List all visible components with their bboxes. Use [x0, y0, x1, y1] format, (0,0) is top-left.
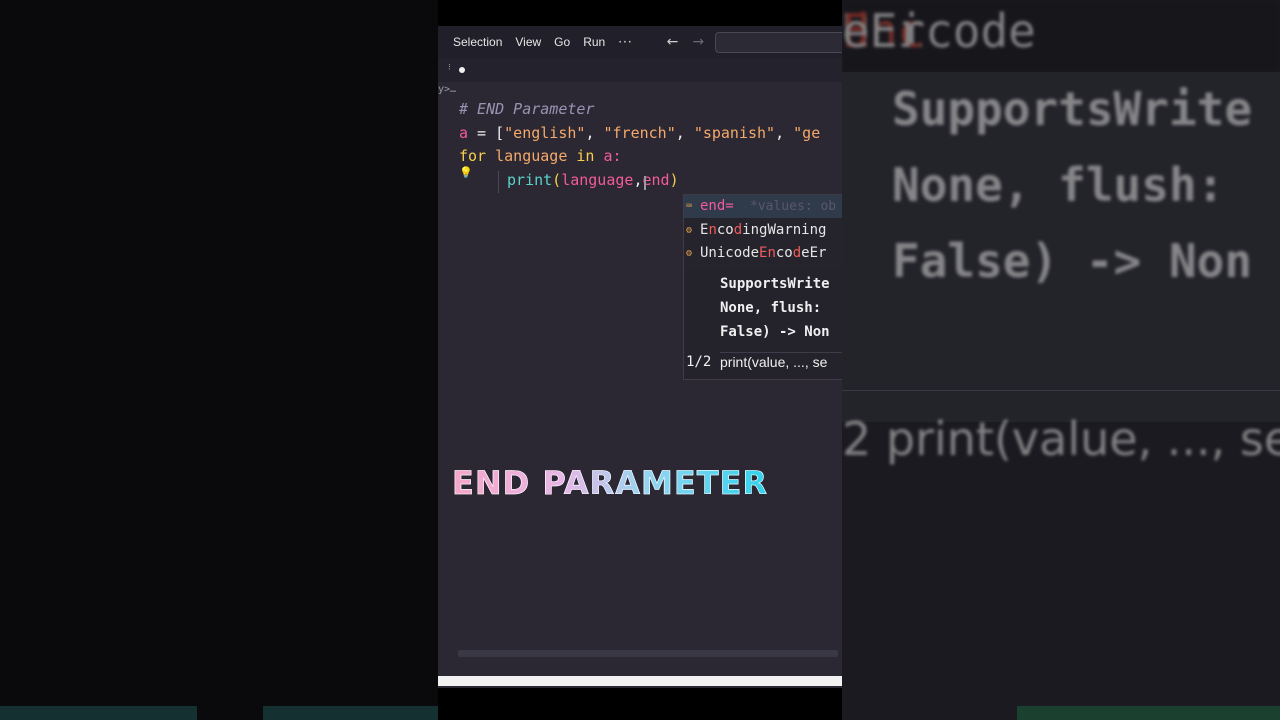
- left-background-panel: [0, 0, 438, 720]
- overload-counter[interactable]: 1/2: [686, 354, 711, 370]
- phone-frame: Selection View Go Run ··· ← → ⁝ y>… # EN…: [438, 0, 842, 720]
- bg-hover-line: None, flush:: [892, 158, 1225, 212]
- mouse-cursor-icon: [644, 176, 646, 190]
- tab-bar: ⁝: [438, 58, 842, 82]
- bg-hover-line: SupportsWrite: [892, 82, 1253, 136]
- menu-go[interactable]: Go: [554, 35, 570, 49]
- class-icon: ⚙: [686, 248, 693, 259]
- indent-guide: [498, 171, 499, 193]
- video-title-overlay: END PARAMETER: [452, 464, 769, 503]
- arrow-right-icon[interactable]: →: [692, 34, 704, 50]
- menu-view[interactable]: View: [515, 35, 541, 49]
- suggestion-item[interactable]: ⚙ EncodingWarning: [684, 219, 842, 242]
- hover-separator: [720, 352, 842, 353]
- keyword-icon: ⌨: [686, 201, 693, 212]
- bg-separator: [842, 390, 1280, 391]
- menu-selection[interactable]: Selection: [453, 35, 502, 49]
- right-background-panel: Unicode Enc o d eEr SupportsWrite None, flus…: [842, 0, 1280, 720]
- comment-text: # END Parameter: [459, 100, 595, 118]
- bg-hover-line: False) -> Non: [892, 234, 1253, 288]
- code-line-comment: # END Parameter: [459, 98, 594, 120]
- lightbulb-icon[interactable]: 💡: [459, 166, 473, 179]
- bg-suggestion-title: Unicode Enc o d eEr: [842, 0, 1280, 72]
- unsaved-dot-icon[interactable]: [459, 67, 465, 73]
- arrow-left-icon[interactable]: ←: [667, 34, 679, 50]
- suggestion-item[interactable]: ⌨ end= *values: ob: [684, 195, 842, 218]
- horizontal-scrollbar[interactable]: [458, 650, 838, 657]
- menu-run[interactable]: Run: [583, 35, 605, 49]
- tab-icon: ⁝: [448, 63, 451, 73]
- right-bottom-strip: [842, 706, 1280, 720]
- hover-line: False) -> Non: [720, 324, 830, 340]
- menu-bar: Selection View Go Run ··· ← →: [438, 26, 842, 58]
- command-center-search[interactable]: [715, 32, 842, 53]
- breadcrumb[interactable]: y>…: [438, 84, 456, 95]
- status-bar: [438, 676, 842, 686]
- vscode-window: Selection View Go Run ··· ← → ⁝ y>… # EN…: [438, 26, 842, 688]
- hover-line: SupportsWrite: [720, 276, 830, 292]
- bg-signature: 2 print(value, ..., se: [842, 412, 1280, 466]
- code-line-for: for language in a:: [459, 147, 622, 165]
- more-menu-icon[interactable]: ···: [618, 35, 632, 49]
- class-icon: ⚙: [686, 225, 693, 236]
- signature-hover: SupportsWrite None, flush: False) -> Non…: [683, 270, 842, 380]
- suggestion-widget: ⌨ end= *values: ob ⚙ EncodingWarning ⚙ U…: [683, 194, 842, 272]
- suggestion-item[interactable]: ⚙ UnicodeEncodeEr: [684, 242, 842, 265]
- code-line-list: a = ["english", "french", "spanish", "ge: [459, 124, 821, 142]
- left-bottom-strip: [0, 706, 438, 720]
- signature-text: print(value, ..., se: [720, 354, 828, 370]
- code-line-print: print(language,end): [507, 171, 679, 189]
- hover-line: None, flush:: [720, 300, 822, 316]
- bg-hover-panel: SupportsWrite None, flush: False) -> Non…: [842, 72, 1280, 466]
